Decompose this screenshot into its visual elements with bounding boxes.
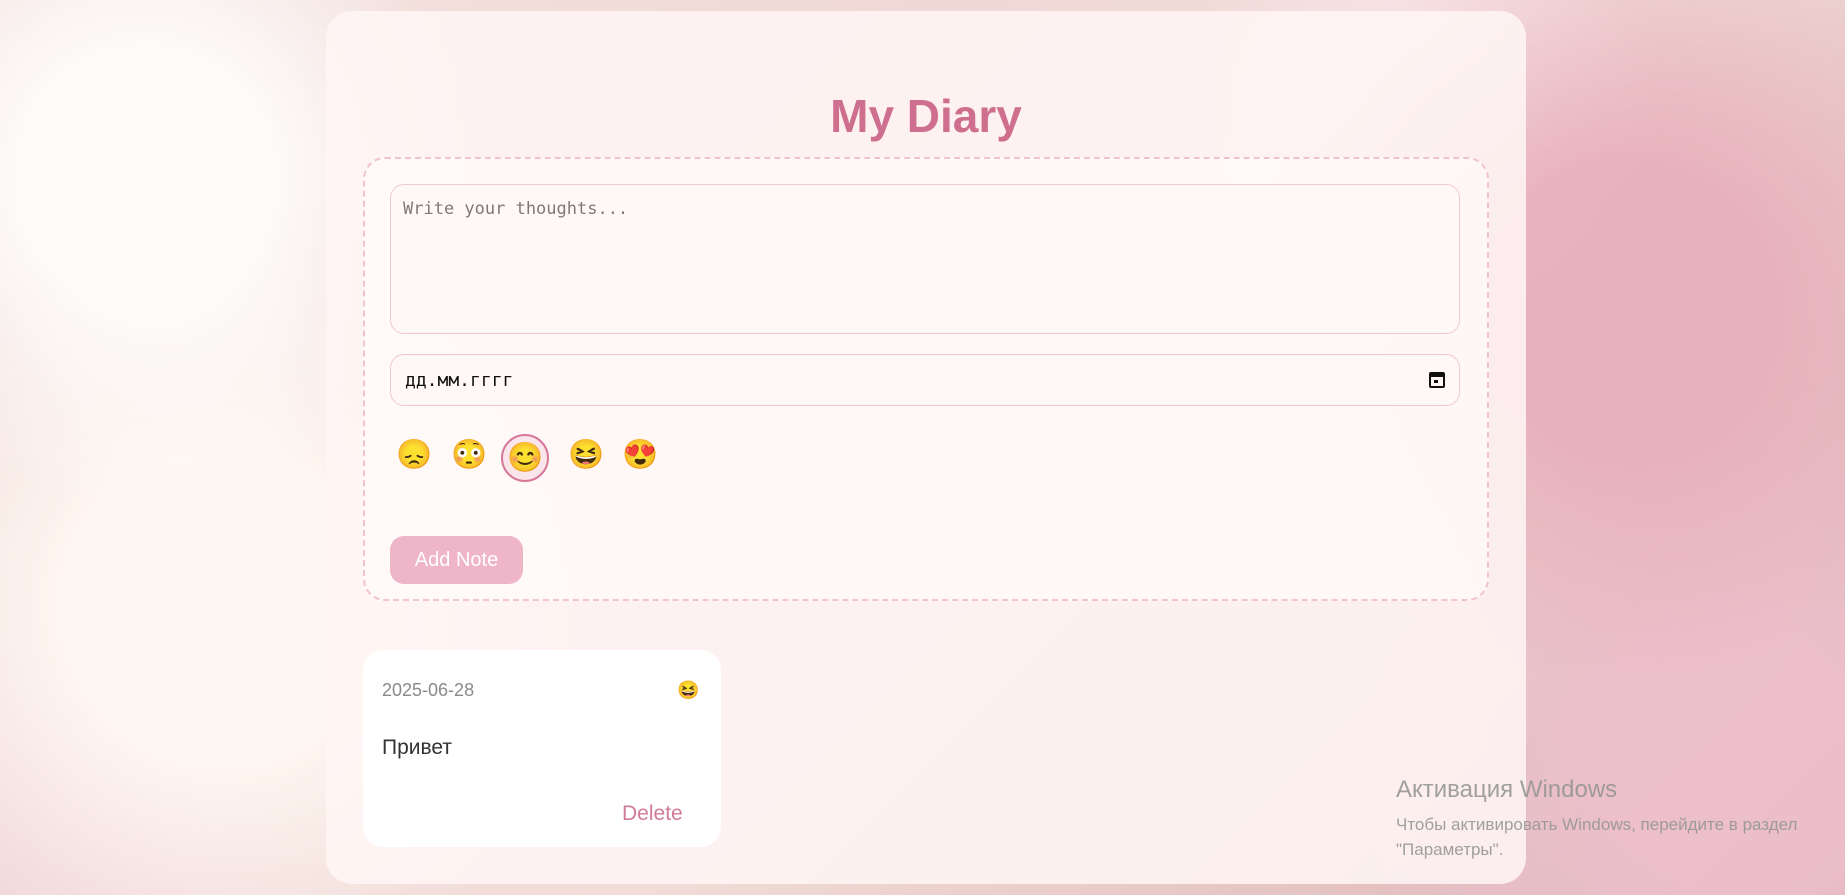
- watermark-text: Чтобы активировать Windows, перейдите в …: [1396, 815, 1798, 859]
- date-field[interactable]: дд.мм.гггг: [390, 354, 1460, 406]
- note-form: дд.мм.гггг 😞 😳 😊 😆 😍 Add Note: [363, 157, 1489, 601]
- mood-happy-button[interactable]: 😊: [501, 434, 549, 482]
- thoughts-textarea[interactable]: [390, 184, 1460, 334]
- page-title: My Diary: [830, 90, 1022, 142]
- note-mood-icon: 😆: [677, 680, 700, 700]
- mood-laughing-button[interactable]: 😆: [562, 431, 610, 479]
- note-card: 2025-06-28 😆 Привет Delete: [363, 650, 721, 847]
- add-note-button[interactable]: Add Note: [390, 536, 523, 584]
- note-text: Привет: [382, 736, 453, 759]
- date-placeholder: дд.мм.гггг: [405, 369, 514, 391]
- diary-card: My Diary дд.мм.гггг 😞 😳 😊 😆 😍 Add Note 2…: [326, 11, 1526, 884]
- watermark-title: Активация Windows: [1396, 776, 1618, 803]
- windows-activation-watermark: Активация Windows Чтобы активировать Win…: [1396, 776, 1841, 862]
- mood-sad-button[interactable]: 😞: [390, 431, 438, 479]
- delete-note-button[interactable]: Delete: [622, 802, 683, 826]
- mood-awkward-button[interactable]: 😳: [445, 431, 493, 479]
- mood-love-button[interactable]: 😍: [616, 431, 664, 479]
- calendar-icon[interactable]: [1429, 372, 1445, 388]
- note-date: 2025-06-28: [382, 680, 475, 700]
